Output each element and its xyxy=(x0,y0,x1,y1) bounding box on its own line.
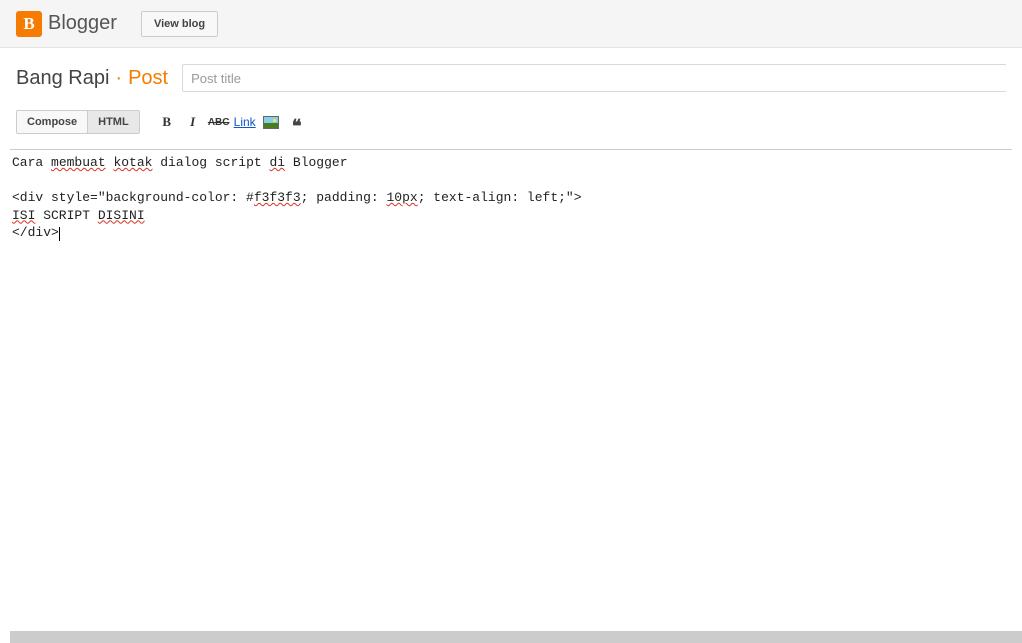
breadcrumb-separator: · xyxy=(115,67,122,90)
section-label: Post xyxy=(128,67,168,90)
strikethrough-button[interactable]: ABC xyxy=(206,110,232,134)
image-button[interactable] xyxy=(258,110,284,134)
brand-name: Blogger xyxy=(48,12,117,35)
compose-mode-button[interactable]: Compose xyxy=(17,111,87,133)
editor-text: Cara membuat kotak dialog script di Blog… xyxy=(12,155,582,240)
link-button[interactable]: Link xyxy=(232,110,258,134)
image-icon xyxy=(263,116,279,129)
title-row: Bang Rapi · Post xyxy=(0,48,1022,104)
post-title-input[interactable] xyxy=(182,64,1006,92)
html-editor-textarea[interactable]: Cara membuat kotak dialog script di Blog… xyxy=(10,149,1012,629)
header-bar: B Blogger View blog xyxy=(0,0,1022,48)
quote-button[interactable]: ❝ xyxy=(284,110,310,134)
view-blog-button[interactable]: View blog xyxy=(141,11,218,37)
bold-button[interactable]: B xyxy=(154,110,180,134)
text-cursor xyxy=(59,227,60,241)
html-mode-button[interactable]: HTML xyxy=(87,111,139,133)
blog-name-label[interactable]: Bang Rapi xyxy=(16,67,109,90)
blogger-logo-icon[interactable]: B xyxy=(16,11,42,37)
editor-toolbar: Compose HTML B I ABC Link ❝ xyxy=(0,104,1022,141)
italic-button[interactable]: I xyxy=(180,110,206,134)
footer-bar xyxy=(10,631,1022,643)
editor-mode-toggle: Compose HTML xyxy=(16,110,140,134)
